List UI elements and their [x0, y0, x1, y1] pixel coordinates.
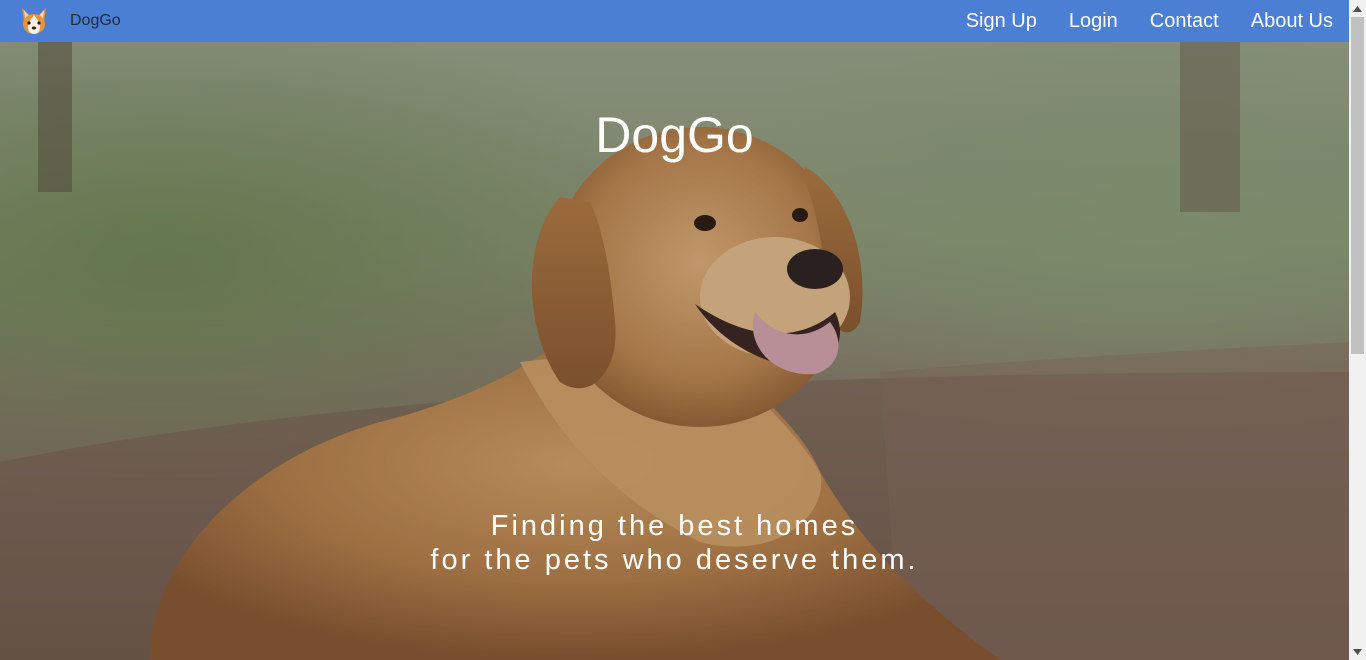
- scroll-up-arrow-icon[interactable]: [1349, 0, 1366, 17]
- nav-sign-up-link[interactable]: Sign Up: [966, 10, 1037, 33]
- browser-viewport: DogGo Sign Up Login Contact About Us Dog…: [0, 0, 1366, 660]
- hero-tagline: Finding the best homes for the pets who …: [0, 509, 1349, 577]
- nav-login-link[interactable]: Login: [1069, 10, 1118, 33]
- nav-about-us-link[interactable]: About Us: [1251, 10, 1333, 33]
- vertical-scrollbar[interactable]: [1349, 0, 1366, 660]
- tagline-line-1: Finding the best homes: [490, 510, 859, 542]
- brand-name: DogGo: [70, 12, 121, 29]
- page: DogGo Sign Up Login Contact About Us Dog…: [0, 0, 1349, 660]
- nav-links: Sign Up Login Contact About Us: [966, 0, 1333, 42]
- corgi-icon: [18, 5, 50, 37]
- scrollbar-thumb[interactable]: [1351, 17, 1364, 354]
- nav-contact-link[interactable]: Contact: [1150, 10, 1219, 33]
- hero-title: DogGo: [595, 107, 754, 163]
- brand-link[interactable]: DogGo: [18, 5, 121, 37]
- hero-section: DogGo Finding the best homes for the pet…: [0, 42, 1349, 660]
- navbar: DogGo Sign Up Login Contact About Us: [0, 0, 1349, 42]
- scroll-down-arrow-icon[interactable]: [1349, 643, 1366, 660]
- tagline-line-2: for the pets who deserve them.: [430, 544, 919, 576]
